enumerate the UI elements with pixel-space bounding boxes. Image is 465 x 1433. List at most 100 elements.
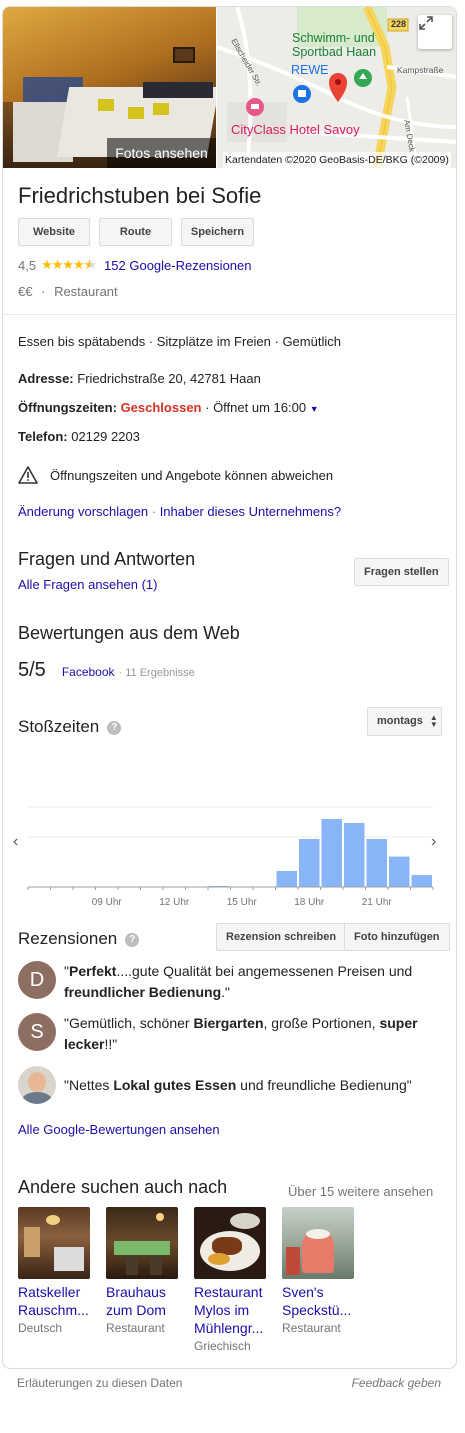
map[interactable]: 228 Schwimm- und Sportbad Haan REWE City… xyxy=(217,7,456,168)
more-link[interactable]: Über 15 weitere ansehen xyxy=(288,1184,433,1199)
chart-bar xyxy=(321,819,342,887)
qa-title: Fragen und Antworten xyxy=(18,549,196,569)
category: Restaurant xyxy=(54,284,118,299)
day-selector[interactable]: montags ▲ ▼ xyxy=(367,707,442,736)
chart-tick-label: 09 Uhr xyxy=(92,897,123,908)
warning-text: Öffnungszeiten und Angebote können abwei… xyxy=(50,467,334,483)
data-explanation-link[interactable]: Erläuterungen zu diesen Daten xyxy=(17,1376,182,1390)
map-credit: Kartendaten ©2020 GeoBasis-DE/BKG (©2009… xyxy=(223,152,451,168)
chart-bar xyxy=(276,871,297,887)
expand-icon xyxy=(419,16,433,30)
related-place-photo xyxy=(282,1207,354,1279)
review-item: "Nettes Lokal gutes Essen und freundlich… xyxy=(18,1066,448,1104)
chart-tick-label: 18 Uhr xyxy=(294,897,325,908)
chart-bar xyxy=(299,839,320,887)
related-place[interactable]: Sven's Speckstü... Restaurant xyxy=(282,1207,354,1353)
website-button[interactable]: Website xyxy=(18,218,90,246)
popular-times-chart: 09 Uhr 12 Uhr 15 Uhr 18 Uhr 21 Uhr xyxy=(27,806,434,908)
hero: Fotos ansehen 228 Schwimm- und Sportbad … xyxy=(3,7,456,168)
rating-value: 4,5 xyxy=(18,257,37,273)
review-item: S "Gemütlich, schöner Biergarten, große … xyxy=(18,1013,448,1055)
others-title: Andere suchen auch nach xyxy=(18,1177,228,1197)
all-reviews-link[interactable]: Alle Google-Bewertungen ansehen xyxy=(18,1122,220,1137)
web-reviews-title: Bewertungen aus dem Web xyxy=(18,623,240,643)
chart-bar xyxy=(389,856,410,887)
related-place-name[interactable]: Ratskeller Rauschm... xyxy=(18,1283,90,1319)
web-review-row: 5/5 Facebook · 11 Ergebnisse xyxy=(18,659,195,682)
reviews-link[interactable]: 152 Google-Rezensionen xyxy=(104,258,251,273)
related-place-category: Griechisch xyxy=(194,1339,251,1353)
hotel-label: CityClass Hotel Savoy xyxy=(231,122,360,137)
related-place[interactable]: Brauhaus zum Dom Restaurant xyxy=(106,1207,178,1353)
review-text[interactable]: "Nettes Lokal gutes Essen und freundlich… xyxy=(64,1075,412,1096)
save-button[interactable]: Speichern xyxy=(181,218,254,246)
hours-next: · Öffnet um 16:00 xyxy=(205,400,307,415)
facebook-link[interactable]: Facebook xyxy=(62,665,115,679)
related-place[interactable]: Ratskeller Rauschm... Deutsch xyxy=(18,1207,90,1353)
hours-status: Geschlossen xyxy=(120,400,202,415)
suggest-edit-link[interactable]: Änderung vorschlagen xyxy=(18,504,148,519)
related-place-category: Restaurant xyxy=(106,1321,165,1335)
edit-links: Änderung vorschlagen · Inhaber dieses Un… xyxy=(18,504,342,519)
phone-value[interactable]: 02129 2203 xyxy=(71,429,140,444)
address-value[interactable]: Friedrichstraße 20, 42781 Haan xyxy=(77,371,261,386)
street-label-2: Kampstraße xyxy=(397,65,444,75)
related-place-photo xyxy=(106,1207,178,1279)
action-buttons: Website Route Speichern xyxy=(18,218,254,246)
all-questions-link[interactable]: Alle Fragen ansehen (1) xyxy=(18,577,157,592)
popular-times-title: Stoßzeiten? xyxy=(18,717,122,737)
knowledge-panel: Fotos ansehen 228 Schwimm- und Sportbad … xyxy=(2,6,457,1369)
related-place-name[interactable]: Sven's Speckstü... xyxy=(282,1283,354,1319)
web-review-score: 5/5 xyxy=(18,659,46,681)
review-text[interactable]: "Perfekt....gute Qualität bei angemessen… xyxy=(64,961,448,1003)
restaurant-photo[interactable]: Fotos ansehen xyxy=(3,7,216,168)
feedback-link[interactable]: Feedback geben xyxy=(352,1376,441,1390)
review-text[interactable]: "Gemütlich, schöner Biergarten, große Po… xyxy=(64,1013,448,1055)
related-place-category: Deutsch xyxy=(18,1321,63,1335)
ask-question-button[interactable]: Fragen stellen xyxy=(354,558,449,586)
route-button[interactable]: Route xyxy=(99,218,172,246)
related-places: Ratskeller Rauschm... Deutsch Brauhaus z… xyxy=(18,1207,354,1353)
rating-stars-icon: ★★★★★★ xyxy=(41,257,96,272)
related-place-photo xyxy=(194,1207,266,1279)
divider xyxy=(3,314,456,315)
avatar: S xyxy=(18,1013,56,1051)
avatar: D xyxy=(18,961,56,999)
related-place-name[interactable]: Brauhaus zum Dom xyxy=(106,1283,178,1319)
highlights: Essen bis spätabends · Sitzplätze im Fre… xyxy=(18,334,341,349)
warning-icon xyxy=(18,466,38,484)
help-icon[interactable]: ? xyxy=(107,720,122,735)
review-item: D "Perfekt....gute Qualität bei angemess… xyxy=(18,961,448,1003)
rewe-label: REWE xyxy=(291,63,329,77)
warning-row: Öffnungszeiten und Angebote können abwei… xyxy=(18,466,333,484)
chart-bar xyxy=(411,875,432,887)
chart-tick-label: 12 Uhr xyxy=(159,897,190,908)
chart-bar xyxy=(344,823,365,887)
owner-link[interactable]: Inhaber dieses Unternehmens? xyxy=(160,504,341,519)
related-place-name[interactable]: Restaurant Mylos im Mühlengr... xyxy=(194,1283,266,1337)
related-place-category: Restaurant xyxy=(282,1321,341,1335)
sort-arrows-icon: ▲ ▼ xyxy=(429,713,438,730)
qa-link-row: Alle Fragen ansehen (1) xyxy=(18,577,157,592)
pool-label-2: Sportbad Haan xyxy=(292,45,377,59)
road-number-label: 228 xyxy=(391,19,407,29)
hours-row[interactable]: Öffnungszeiten: Geschlossen · Öffnet um … xyxy=(18,400,319,415)
rating-row: 4,5 ★★★★★★ 152 Google-Rezensionen xyxy=(18,257,251,273)
help-icon[interactable]: ? xyxy=(125,932,140,947)
caret-down-icon[interactable]: ▼ xyxy=(310,404,319,414)
place-title: Friedrichstuben bei Sofie xyxy=(18,183,262,208)
expand-map-button[interactable] xyxy=(418,15,452,49)
pool-label-1: Schwimm- und xyxy=(292,31,375,45)
chart-bar xyxy=(366,839,387,887)
price-level: €€ xyxy=(18,284,33,299)
address-row: Adresse: Friedrichstraße 20, 42781 Haan xyxy=(18,371,261,386)
meta-row: €€ · Restaurant xyxy=(18,284,118,299)
chart-tick-label: 15 Uhr xyxy=(227,897,258,908)
add-photo-button[interactable]: Foto hinzufügen xyxy=(344,923,450,951)
chart-tick-label: 21 Uhr xyxy=(362,897,393,908)
avatar-photo xyxy=(18,1066,56,1104)
reviews-title: Rezensionen? xyxy=(18,929,140,949)
photos-button[interactable]: Fotos ansehen xyxy=(107,138,216,168)
write-review-button[interactable]: Rezension schreiben xyxy=(216,923,347,951)
related-place[interactable]: Restaurant Mylos im Mühlengr... Griechis… xyxy=(194,1207,266,1353)
